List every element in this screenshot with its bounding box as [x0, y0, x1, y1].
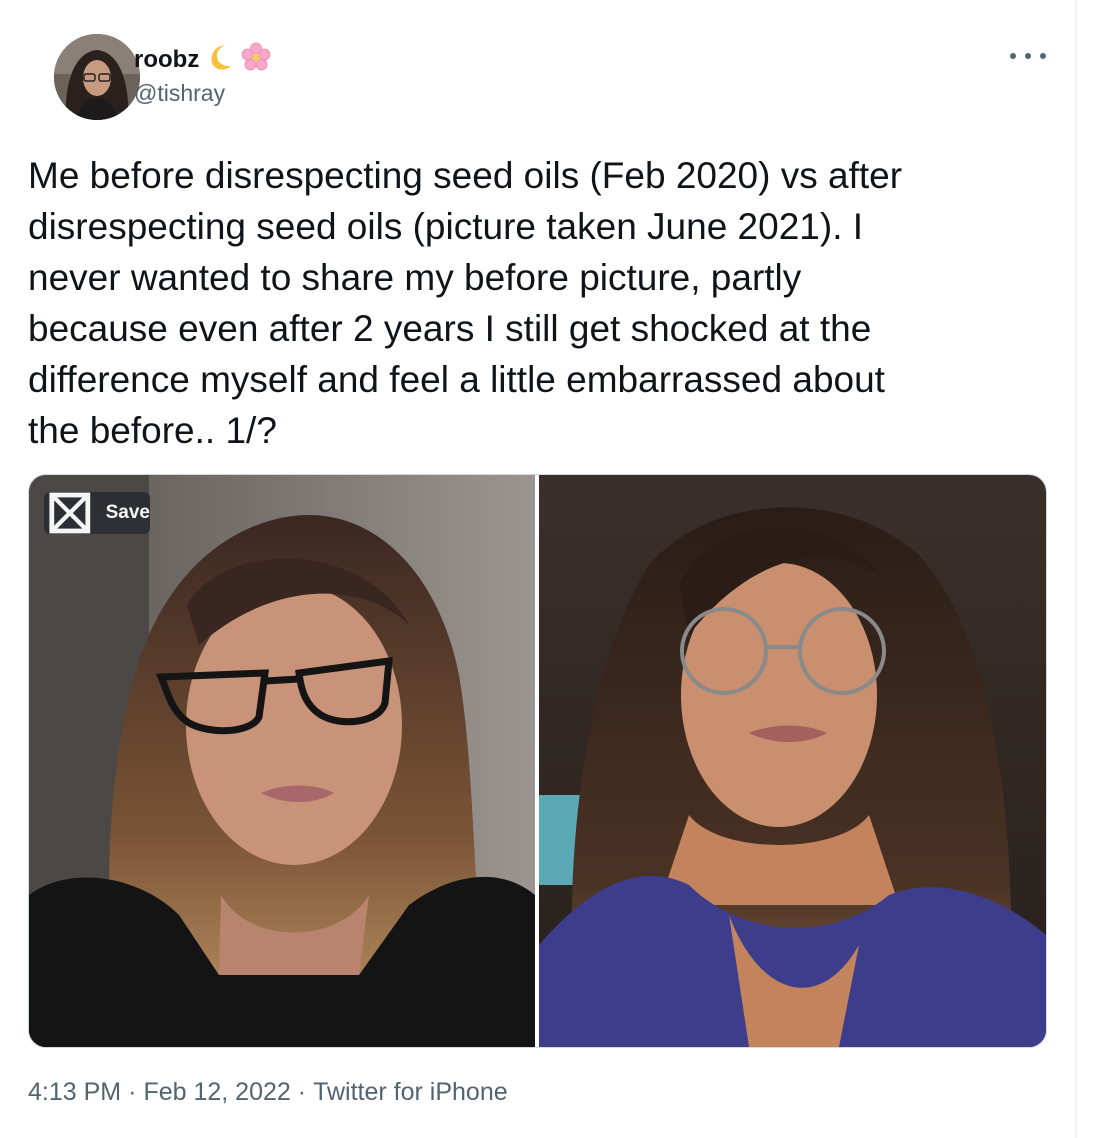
tweet-text: Me before disrespecting seed oils (Feb 2… [28, 150, 1028, 456]
save-button-label: Save [105, 502, 150, 523]
more-options-icon[interactable] [1010, 44, 1046, 68]
more-dot [1010, 53, 1016, 59]
tweet-text-line: the before.. 1/? [28, 410, 277, 451]
tweet-date[interactable]: Feb 12, 2022 [143, 1078, 290, 1107]
crescent-moon-icon [207, 42, 233, 77]
author-handle[interactable]: @tishray [134, 80, 225, 107]
tweet-source[interactable]: Twitter for iPhone [313, 1078, 508, 1107]
meta-separator: · [128, 1078, 137, 1106]
tweet-text-line: difference myself and feel a little emba… [28, 359, 885, 400]
tweet-text-line: Me before disrespecting seed oils (Feb 2… [28, 155, 903, 196]
tweet-text-line: because even after 2 years I still get s… [28, 308, 872, 349]
media-photo-before[interactable]: Save [29, 475, 535, 1047]
more-dot [1025, 53, 1031, 59]
media-photo-after[interactable] [539, 475, 1046, 1047]
tweet-media: Save [28, 474, 1047, 1048]
page-right-divider [1075, 0, 1077, 1138]
save-button[interactable]: Save [44, 492, 150, 534]
author-display-name[interactable]: roobz [134, 46, 199, 74]
tweet-time[interactable]: 4:13 PM [28, 1078, 121, 1107]
tweet-text-line: disrespecting seed oils (picture taken J… [28, 206, 864, 247]
more-dot [1040, 53, 1046, 59]
tweet-text-line: never wanted to share my before picture,… [28, 257, 802, 298]
cherry-blossom-icon [241, 42, 271, 77]
author-name-row: roobz [134, 42, 271, 77]
meta-separator: · [297, 1078, 307, 1106]
author-avatar[interactable] [54, 34, 140, 120]
tweet: roobz @tishray Me before disrespecting s… [28, 0, 1047, 1138]
tweet-meta: 4:13 PM · Feb 12, 2022 · Twitter for iPh… [28, 1078, 508, 1107]
save-icon [49, 492, 91, 534]
